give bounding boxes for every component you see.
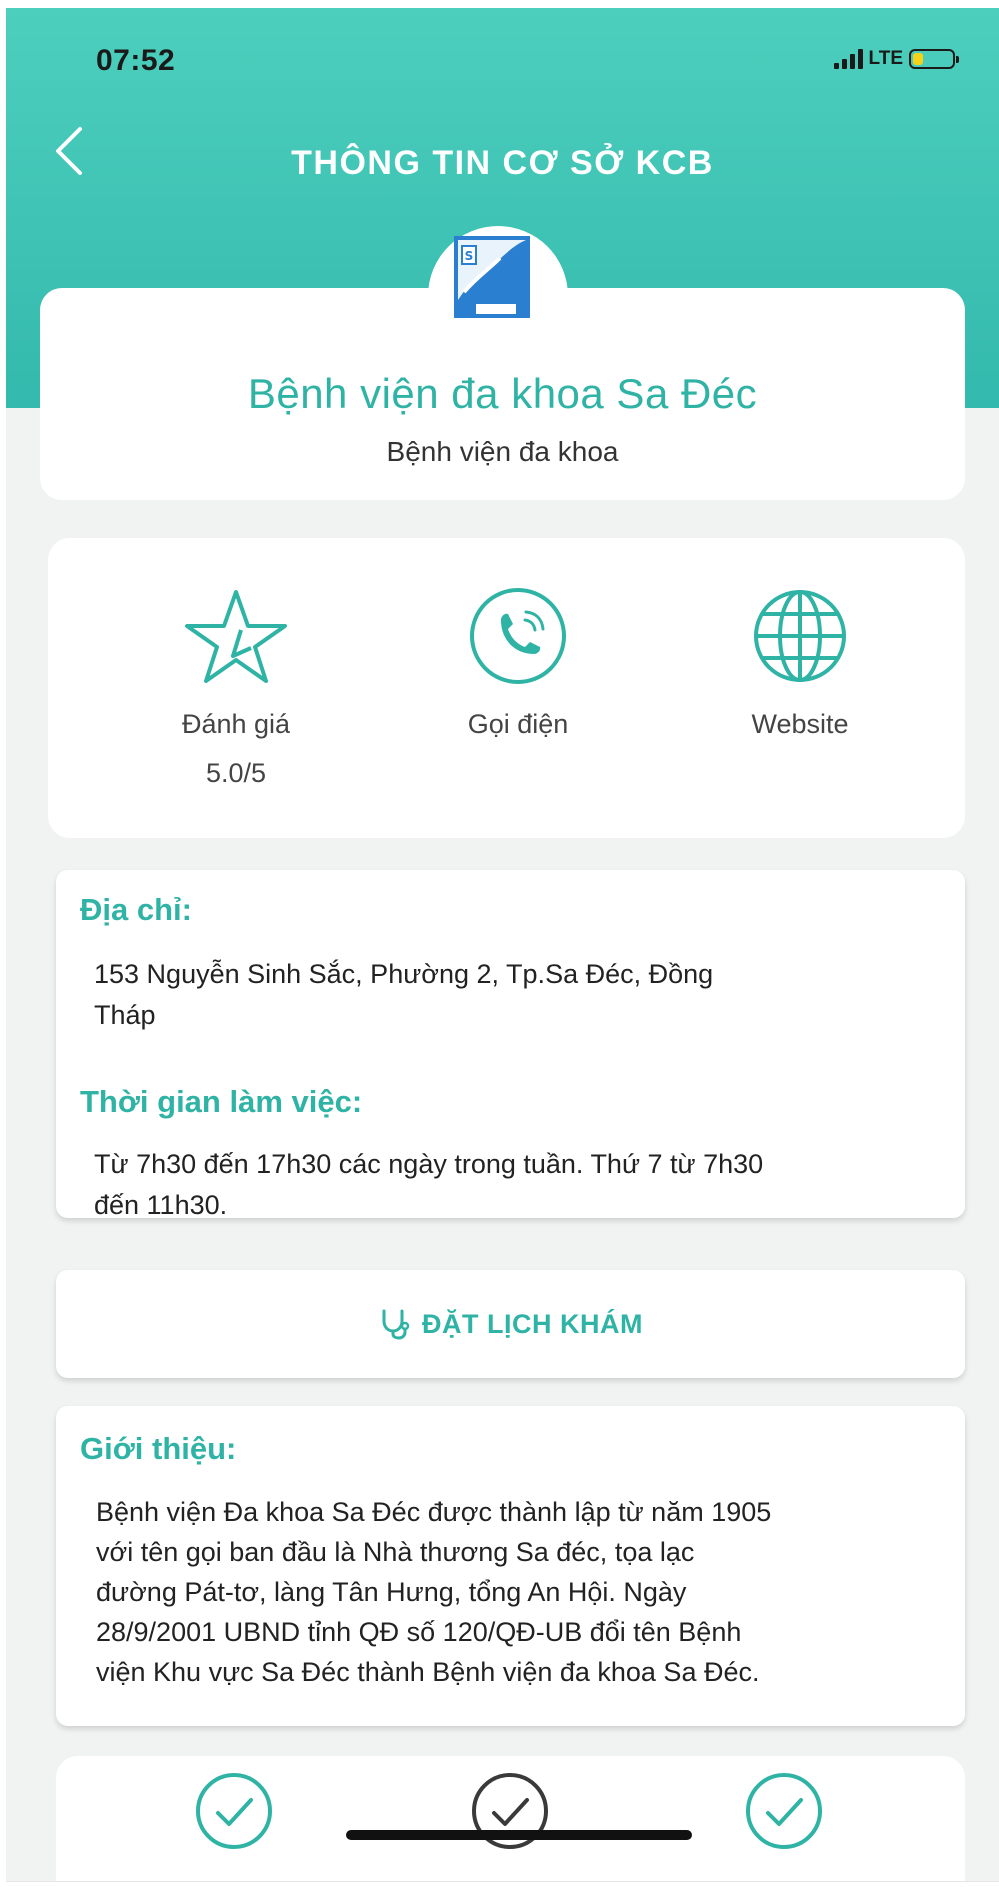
hours-label: Thời gian làm việc: <box>80 1084 363 1119</box>
hospital-logo: S <box>454 236 530 318</box>
rating-value: 5.0/5 <box>205 758 267 788</box>
intro-line: 28/9/2001 UBND tỉnh QĐ số 120/QĐ-UB đổi … <box>96 1617 742 1647</box>
book-appointment-button[interactable]: ĐẶT LỊCH KHÁM <box>56 1270 965 1378</box>
address-line-2: Tháp <box>94 1000 156 1030</box>
page-title: THÔNG TIN CƠ SỞ KCB <box>291 144 714 182</box>
hospital-name: Bệnh viện đa khoa Sa Đéc <box>247 370 758 417</box>
book-appointment-content: ĐẶT LỊCH KHÁM <box>56 1270 965 1378</box>
intro-line: đường Pát-tơ, làng Tân Hưng, tổng An Hội… <box>96 1577 687 1607</box>
globe-icon <box>754 590 846 682</box>
book-appointment-label: ĐẶT LỊCH KHÁM <box>422 1308 643 1339</box>
intro-line: với tên gọi ban đầu là Nhà thương Sa đéc… <box>96 1537 695 1567</box>
hours-line-2: đến 11h30. <box>94 1190 228 1220</box>
address-line-1: 153 Nguyễn Sinh Sắc, Phường 2, Tp.Sa Đéc… <box>94 959 714 989</box>
check-circle-icon[interactable] <box>194 1771 274 1851</box>
intro-line: viện Khu vực Sa Đéc thành Bệnh viện đa k… <box>96 1657 760 1687</box>
status-indicators: LTE <box>833 48 959 70</box>
status-time: 07:52 <box>96 44 176 77</box>
app-screen: 07:52 LTE THÔNG TIN CƠ SỞ KCB S Bệnh việ… <box>6 8 999 1882</box>
call-action[interactable]: Gọi điện <box>408 586 628 740</box>
battery-icon <box>909 49 959 69</box>
hospital-type: Bệnh viện đa khoa <box>386 436 619 467</box>
rating-action[interactable]: Đánh giá 5.0/5 <box>126 586 346 789</box>
rating-label: Đánh giá <box>181 709 291 739</box>
hours-line-1: Từ 7h30 đến 17h30 các ngày trong tuần. T… <box>94 1149 764 1179</box>
signal-icon <box>833 49 863 69</box>
call-label: Gọi điện <box>467 709 569 739</box>
svg-text:S: S <box>465 249 474 263</box>
address-label: Địa chỉ: <box>80 892 192 927</box>
check-circle-icon[interactable] <box>744 1771 824 1851</box>
website-action[interactable]: Website <box>690 586 910 740</box>
intro-label: Giới thiệu: <box>80 1431 237 1466</box>
intro-line: Bệnh viện Đa khoa Sa Đéc được thành lập … <box>96 1497 772 1527</box>
network-label: LTE <box>868 48 903 69</box>
home-indicator[interactable] <box>346 1830 692 1840</box>
phone-icon <box>470 588 566 684</box>
star-icon <box>185 590 287 683</box>
battery-level <box>913 53 923 65</box>
stethoscope-icon <box>382 1309 410 1340</box>
website-label: Website <box>751 709 849 739</box>
